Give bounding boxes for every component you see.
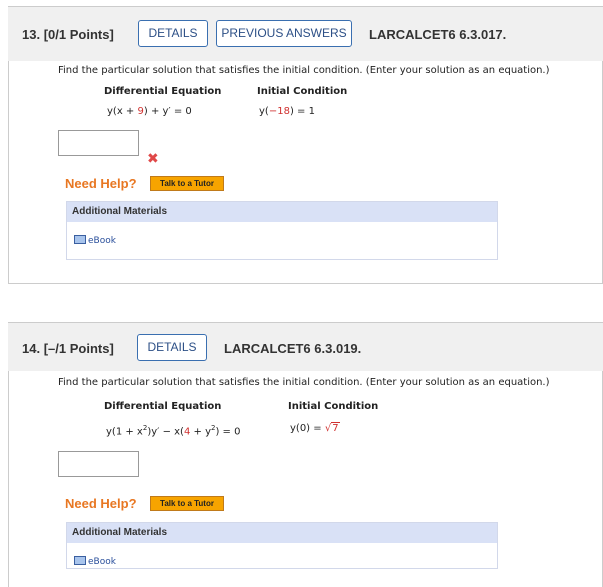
number: 14. bbox=[22, 341, 41, 356]
differential-equation-heading: Differential Equation bbox=[104, 86, 222, 97]
differential-equation: y(x + 9) + y′ = 0 bbox=[107, 106, 192, 117]
problem-id: LARCALCET6 6.3.017. bbox=[369, 27, 507, 42]
book-icon bbox=[74, 556, 86, 565]
answer-input[interactable] bbox=[58, 451, 139, 477]
incorrect-icon: ✖ bbox=[147, 151, 159, 167]
question-14-header: 14. [–/1 Points] DETAILS LARCALCET6 6.3.… bbox=[8, 322, 603, 372]
ic-part: y(0) = bbox=[290, 423, 325, 434]
details-button[interactable]: DETAILS bbox=[137, 334, 207, 361]
de-part: ) = 0 bbox=[215, 426, 241, 438]
points: [–/1 Points] bbox=[43, 341, 114, 356]
previous-answers-button[interactable]: PREVIOUS ANSWERS bbox=[216, 20, 352, 47]
initial-condition-heading: Initial Condition bbox=[257, 86, 348, 97]
ic-part: y( bbox=[259, 106, 269, 117]
de-part: + y bbox=[190, 426, 211, 438]
question-13: 13. [0/1 Points] DETAILS PREVIOUS ANSWER… bbox=[8, 0, 603, 284]
ebook-label[interactable]: eBook bbox=[88, 557, 116, 567]
question-14-body: Find the particular solution that satisf… bbox=[8, 371, 603, 587]
question-13-body: Find the particular solution that satisf… bbox=[8, 61, 603, 284]
talk-to-tutor-button[interactable]: Talk to a Tutor bbox=[150, 496, 224, 511]
additional-materials-heading: Additional Materials bbox=[67, 523, 497, 543]
question-number: 13. [0/1 Points] bbox=[22, 27, 114, 42]
additional-materials-panel: Additional Materials eBook bbox=[66, 201, 498, 260]
talk-to-tutor-button[interactable]: Talk to a Tutor bbox=[150, 176, 224, 191]
points: [0/1 Points] bbox=[43, 27, 114, 42]
ebook-label[interactable]: eBook bbox=[88, 236, 116, 246]
de-part: y(x + bbox=[107, 106, 138, 117]
need-help-label: Need Help? bbox=[65, 496, 137, 511]
additional-materials-panel: Additional Materials eBook bbox=[66, 522, 498, 569]
sqrt-expression: √7 bbox=[325, 422, 340, 434]
initial-condition: y(−18) = 1 bbox=[259, 106, 315, 117]
need-help-label: Need Help? bbox=[65, 176, 137, 191]
prompt-text: Find the particular solution that satisf… bbox=[58, 377, 550, 388]
ic-part: ) = 1 bbox=[289, 106, 315, 117]
additional-materials-heading: Additional Materials bbox=[67, 202, 497, 222]
book-icon bbox=[74, 235, 86, 244]
radicand: 7 bbox=[331, 422, 340, 434]
details-button[interactable]: DETAILS bbox=[138, 20, 208, 47]
question-13-header: 13. [0/1 Points] DETAILS PREVIOUS ANSWER… bbox=[8, 6, 603, 62]
de-part: y(1 + x bbox=[106, 426, 143, 438]
de-part: ) + y′ = 0 bbox=[143, 106, 192, 117]
initial-condition: y(0) = √7 bbox=[290, 422, 340, 434]
question-14: 14. [–/1 Points] DETAILS LARCALCET6 6.3.… bbox=[8, 322, 603, 587]
question-number: 14. [–/1 Points] bbox=[22, 341, 114, 356]
ebook-link[interactable]: eBook bbox=[74, 235, 116, 246]
differential-equation: y(1 + x2)y′ − x(4 + y2) = 0 bbox=[106, 424, 240, 437]
ic-value: −18 bbox=[268, 106, 290, 117]
differential-equation-heading: Differential Equation bbox=[104, 401, 222, 412]
number: 13. bbox=[22, 27, 41, 42]
problem-id: LARCALCET6 6.3.019. bbox=[224, 341, 362, 356]
de-part: )y′ − x( bbox=[147, 426, 184, 438]
ebook-link[interactable]: eBook bbox=[74, 556, 116, 567]
initial-condition-heading: Initial Condition bbox=[288, 401, 379, 412]
prompt-text: Find the particular solution that satisf… bbox=[58, 65, 550, 76]
answer-input[interactable] bbox=[58, 130, 139, 156]
